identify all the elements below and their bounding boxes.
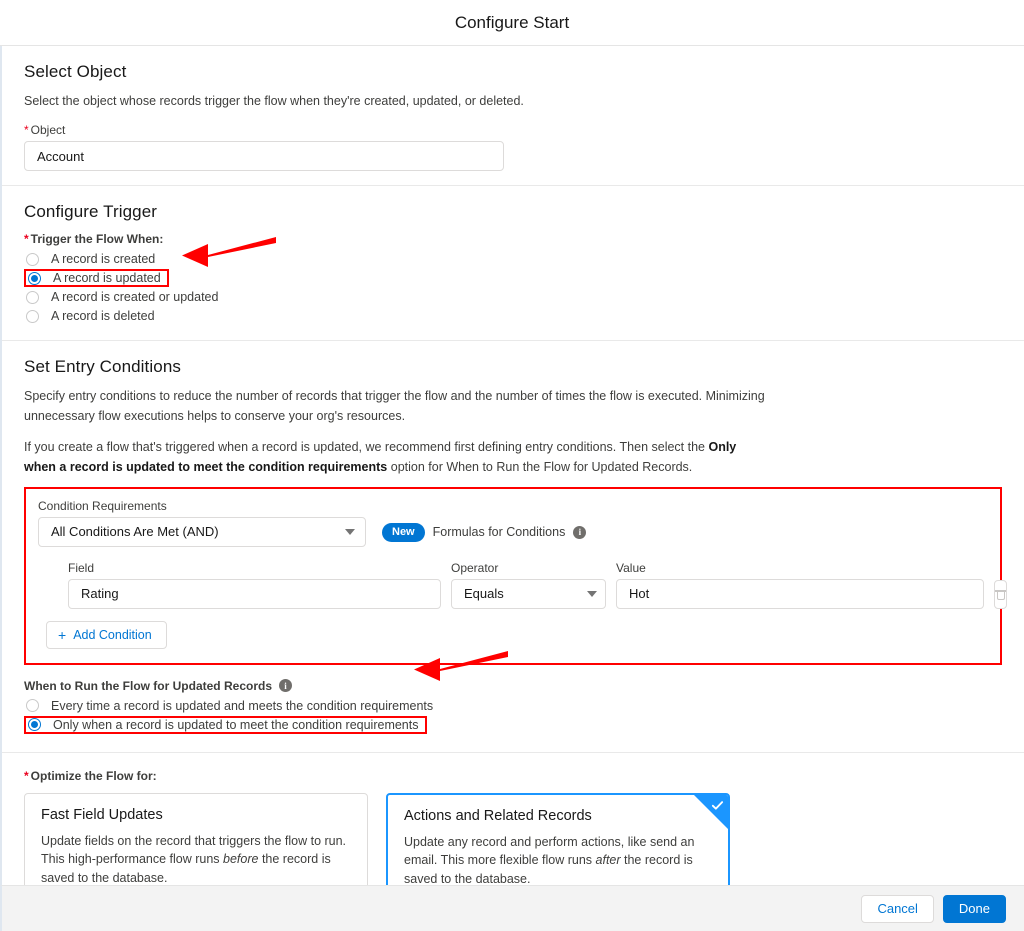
- chevron-down-icon: [587, 590, 597, 597]
- when-to-run-radio-group: Every time a record is updated and meets…: [24, 697, 1002, 734]
- when-to-run-block: When to Run the Flow for Updated Records…: [24, 665, 1002, 734]
- radio-record-deleted[interactable]: A record is deleted: [24, 307, 155, 325]
- required-asterisk: *: [24, 232, 29, 247]
- condition-value-column: Value Hot: [616, 561, 984, 609]
- condition-value-input[interactable]: Hot: [616, 578, 984, 609]
- formulas-for-conditions-row: New Formulas for Conditions i: [382, 522, 587, 547]
- card-description: Update fields on the record that trigger…: [41, 832, 351, 885]
- radio-icon-wrap: [24, 698, 45, 713]
- card-fast-field-updates[interactable]: Fast Field Updates Update fields on the …: [24, 792, 368, 885]
- section-configure-trigger: Configure Trigger * Trigger the Flow When…: [2, 186, 1024, 342]
- radio-record-updated[interactable]: A record is updated: [24, 269, 169, 288]
- radio-button-icon: [26, 252, 39, 266]
- select-object-description: Select the object whose records trigger …: [24, 94, 524, 108]
- object-label-text: Object: [30, 123, 66, 138]
- object-field-label: * Object: [24, 123, 1002, 137]
- card-actions-and-related-records[interactable]: Actions and Related Records Update any r…: [386, 792, 730, 885]
- trigger-radio-group: A record is created A record is updated …: [24, 250, 1002, 325]
- radio-label: Only when a record is updated to meet th…: [53, 717, 419, 732]
- formulas-label: Formulas for Conditions: [432, 525, 566, 540]
- entry-conditions-heading: Set Entry Conditions: [24, 357, 181, 377]
- condition-operator-select[interactable]: Equals: [451, 578, 606, 609]
- condition-requirements-label: Condition Requirements: [38, 498, 167, 513]
- radio-icon-wrap: [24, 309, 45, 324]
- radio-label: A record is created or updated: [51, 290, 219, 305]
- desc2-part2: option for When to Run the Flow for Upda…: [387, 459, 693, 474]
- condition-field-input[interactable]: Rating: [68, 578, 441, 609]
- section-select-object: Select Object Select the object whose re…: [2, 46, 1024, 187]
- page-title: Configure Start: [454, 12, 570, 32]
- trigger-flow-when-text: Trigger the Flow When:: [30, 232, 164, 247]
- condition-requirements-select[interactable]: All Conditions Are Met (AND): [38, 516, 366, 547]
- new-badge: New: [382, 522, 425, 542]
- when-to-run-text: When to Run the Flow for Updated Records: [24, 678, 272, 693]
- add-condition-label: Add Condition: [73, 627, 152, 642]
- required-asterisk: *: [24, 768, 29, 783]
- done-button[interactable]: Done: [942, 894, 1006, 923]
- radio-label: A record is deleted: [51, 309, 155, 324]
- radio-record-created-or-updated[interactable]: A record is created or updated: [24, 288, 218, 306]
- info-icon[interactable]: i: [279, 679, 292, 693]
- trigger-flow-when-label: * Trigger the Flow When:: [24, 232, 1002, 246]
- radio-button-icon: [26, 290, 39, 304]
- modal-body[interactable]: Select Object Select the object whose re…: [0, 46, 1024, 885]
- info-icon[interactable]: i: [573, 525, 587, 539]
- select-object-heading: Select Object: [24, 62, 127, 81]
- chevron-down-icon: [345, 528, 355, 535]
- cancel-button[interactable]: Cancel: [861, 894, 934, 923]
- radio-button-icon: [26, 699, 39, 713]
- optimize-flow-label: * Optimize the Flow for:: [24, 769, 1002, 783]
- radio-icon-wrap: [26, 271, 47, 286]
- configure-trigger-heading: Configure Trigger: [24, 202, 158, 222]
- condition-builder-panel: Condition Requirements All Conditions Ar…: [24, 486, 1007, 665]
- section-optimize-flow: * Optimize the Flow for: Fast Field Updat…: [2, 753, 1024, 885]
- when-to-run-label: When to Run the Flow for Updated Records…: [24, 679, 1002, 693]
- modal-header: Configure Start: [0, 0, 1024, 46]
- radio-icon-wrap: [24, 252, 45, 267]
- condition-requirements-value: All Conditions Are Met (AND): [51, 524, 219, 540]
- operator-column-header: Operator: [451, 560, 499, 575]
- object-input[interactable]: Account: [24, 141, 504, 172]
- radio-only-when-updated[interactable]: Only when a record is updated to meet th…: [24, 715, 427, 734]
- entry-conditions-description-2: If you create a flow that's triggered wh…: [24, 438, 769, 477]
- value-column-header: Value: [616, 560, 646, 575]
- condition-requirements-row: Condition Requirements All Conditions Ar…: [38, 499, 988, 547]
- check-icon: [711, 801, 724, 810]
- section-entry-conditions: Set Entry Conditions Specify entry condi…: [2, 341, 1024, 734]
- delete-condition-button[interactable]: [994, 579, 1007, 609]
- card-title: Fast Field Updates: [41, 806, 163, 823]
- required-asterisk: *: [24, 123, 29, 138]
- condition-requirements-field: Condition Requirements All Conditions Ar…: [38, 499, 366, 547]
- condition-row: Field Rating Operator Equals Value Hot: [68, 561, 1007, 609]
- radio-label: Every time a record is updated and meets…: [51, 698, 434, 713]
- radio-every-time-updated[interactable]: Every time a record is updated and meets…: [24, 697, 433, 715]
- add-condition-button[interactable]: + Add Condition: [46, 620, 167, 649]
- radio-button-icon-selected: [28, 718, 41, 732]
- condition-field-column: Field Rating: [68, 561, 441, 609]
- modal-footer: Cancel Done: [0, 885, 1024, 931]
- card-desc-emphasis: before: [223, 852, 259, 867]
- plus-icon: +: [58, 626, 67, 643]
- radio-record-created[interactable]: A record is created: [24, 250, 155, 268]
- desc2-part1: If you create a flow that's triggered wh…: [24, 440, 709, 455]
- radio-label: A record is created: [51, 252, 156, 267]
- optimize-label-text: Optimize the Flow for:: [30, 768, 157, 783]
- radio-button-icon-selected: [28, 271, 41, 285]
- radio-label: A record is updated: [53, 271, 161, 286]
- radio-button-icon: [26, 309, 39, 323]
- optimize-cards: Fast Field Updates Update fields on the …: [24, 792, 1002, 885]
- trash-icon: [995, 588, 1006, 601]
- radio-icon-wrap: [26, 717, 47, 732]
- condition-operator-value: Equals: [464, 586, 504, 602]
- field-column-header: Field: [68, 560, 95, 575]
- card-desc-emphasis: after: [595, 853, 621, 868]
- entry-conditions-description-1: Specify entry conditions to reduce the n…: [24, 389, 765, 423]
- card-title: Actions and Related Records: [404, 807, 592, 824]
- radio-icon-wrap: [24, 290, 45, 305]
- card-description: Update any record and perform actions, l…: [404, 833, 712, 885]
- condition-operator-column: Operator Equals: [451, 561, 606, 609]
